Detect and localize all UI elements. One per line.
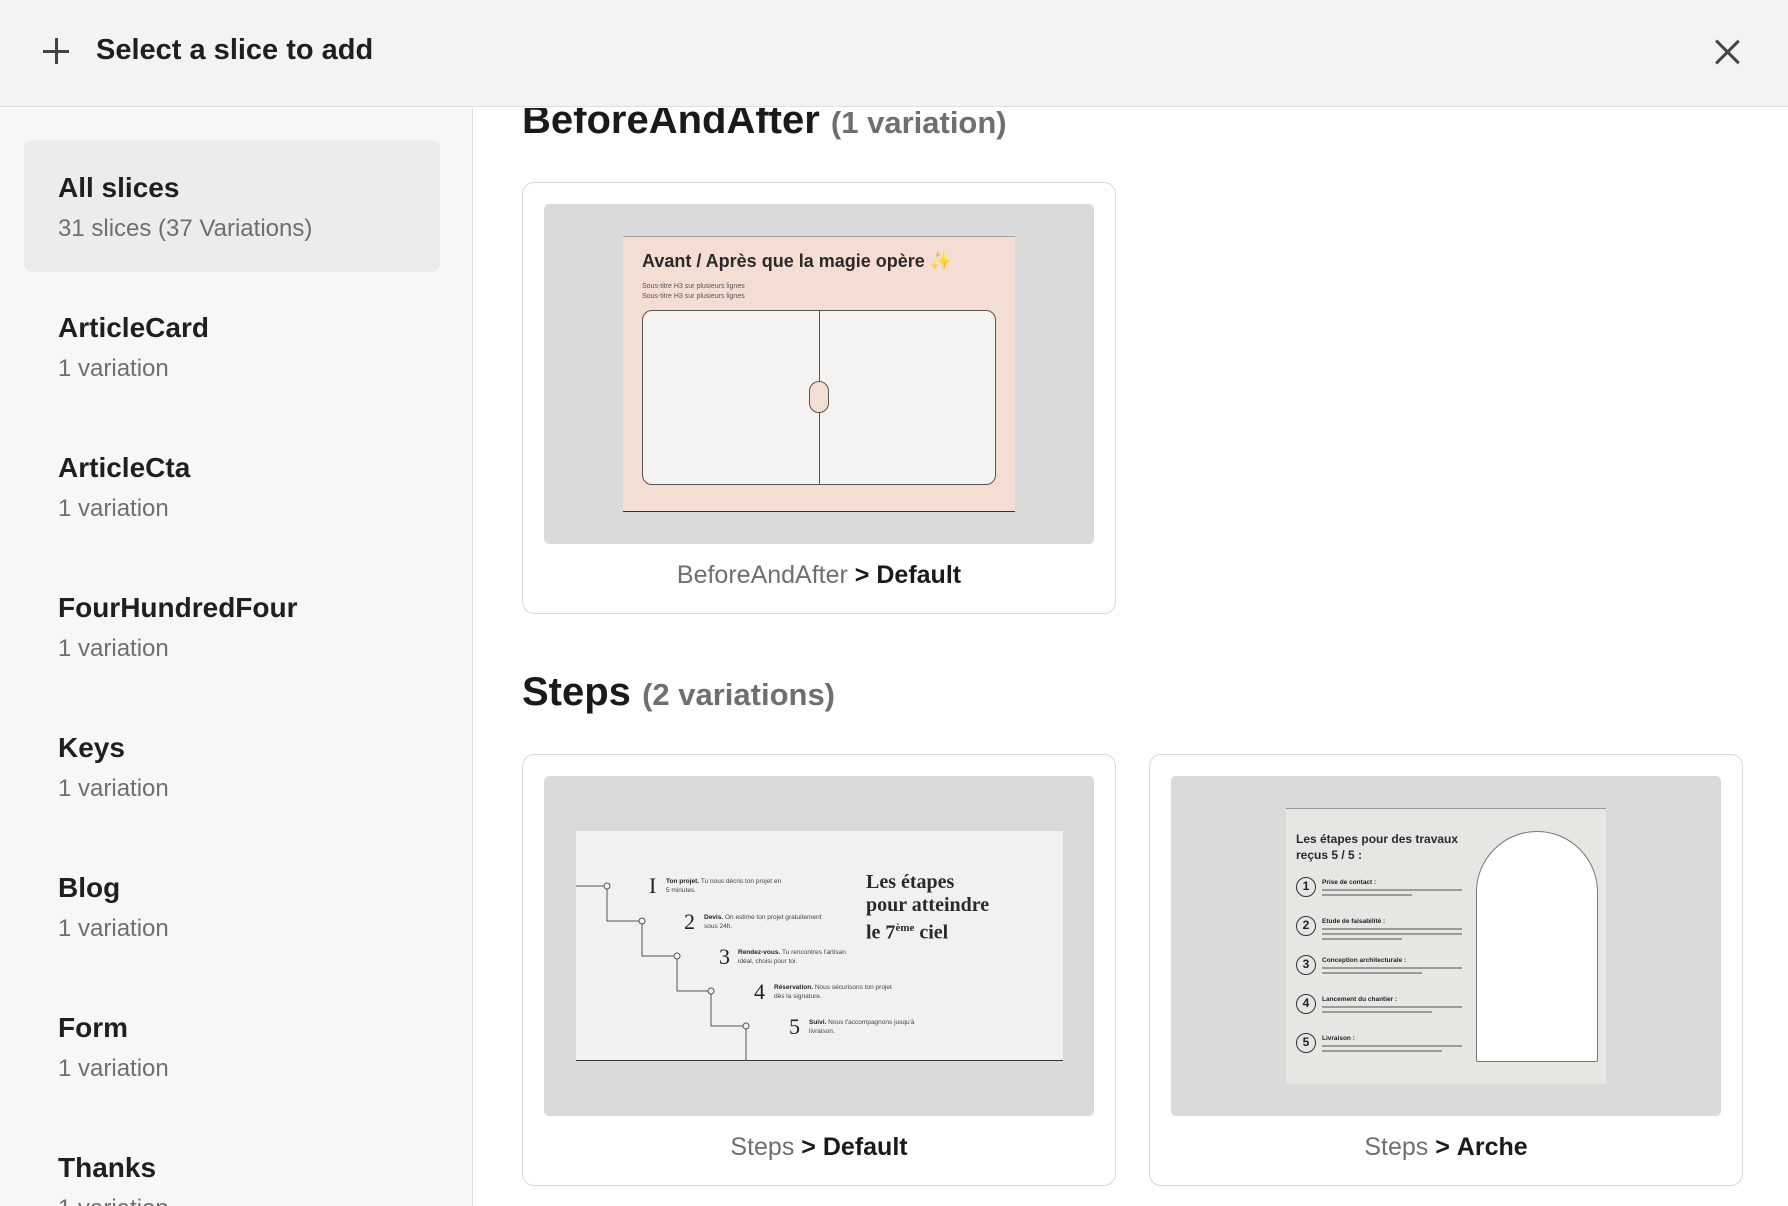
slice-card-steps-default[interactable]: I Ton projet. Tu nous décris ton projet … — [522, 754, 1116, 1186]
slice-list: BeforeAndAfter (1 variation) Avant / Apr… — [474, 108, 1788, 1206]
section-count: (1 variation) — [830, 108, 1007, 140]
sparkle-icon: ✨ — [929, 251, 953, 271]
step-text: Réservation. Nous sécurisons ton projet … — [774, 984, 892, 1000]
preview-subtitle: Sous-titre H3 sur plusieurs lignes — [642, 293, 745, 300]
sidebar-item-count: 1 variation — [58, 635, 169, 662]
sidebar-item-form[interactable]: Form 1 variation — [24, 980, 440, 1112]
section-count: (2 variations) — [642, 677, 836, 712]
step-number: I — [649, 873, 657, 898]
section-title: BeforeAndAfter (1 variation) — [522, 108, 1007, 143]
sidebar-item-label: All slices — [58, 172, 180, 203]
sidebar-item-count: 1 variation — [58, 915, 169, 942]
sidebar-item-count: 31 slices (37 Variations) — [58, 215, 313, 242]
slice-sidebar: All slices 31 slices (37 Variations) Art… — [0, 108, 473, 1206]
sidebar-item-count: 1 variation — [58, 355, 169, 382]
step-text: Ton projet. Tu nous décris ton projet en… — [666, 878, 782, 894]
sidebar-item-label: ArticleCard — [58, 312, 209, 343]
sidebar-item-label: Thanks — [58, 1152, 157, 1183]
step-text: Devis. On estime ton projet gratuitement… — [704, 914, 822, 930]
slice-card-steps-arche[interactable]: Les étapes pour des travaux reçus 5 / 5 … — [1149, 754, 1743, 1186]
steps-default-preview: I Ton projet. Tu nous décris ton projet … — [576, 831, 1063, 1061]
sidebar-item-label: ArticleCta — [58, 452, 191, 483]
slice-preview: Avant / Après que la magie opère ✨ Sous-… — [544, 204, 1094, 544]
section-title: Steps (2 variations) — [522, 670, 835, 715]
modal-title: Select a slice to add — [96, 34, 374, 66]
sidebar-item-all-slices[interactable]: All slices 31 slices (37 Variations) — [24, 140, 440, 272]
steps-arche-preview: Les étapes pour des travaux reçus 5 / 5 … — [1286, 808, 1606, 1084]
section-name: BeforeAndAfter — [522, 108, 820, 142]
card-caption: BeforeAndAfter > Default — [676, 561, 962, 589]
preview-subtitle: Sous-titre H3 sur plusieurs lignes — [642, 283, 745, 290]
before-after-preview: Avant / Après que la magie opère ✨ Sous-… — [623, 236, 1015, 512]
step-number: 4 — [754, 979, 765, 1004]
sidebar-item-thanks[interactable]: Thanks 1 variation — [24, 1120, 440, 1206]
step-text: Rendez-vous. Tu rencontres l'artisan idé… — [738, 949, 846, 965]
plus-icon — [41, 36, 71, 66]
preview-heading: Avant / Après que la magie opère ✨ — [642, 251, 953, 271]
sidebar-item-label: Blog — [58, 872, 121, 903]
preview-heading: Les étapes pour des travaux reçus 5 / 5 … — [1296, 832, 1459, 862]
step-number: 2 — [684, 909, 695, 934]
sidebar-item-keys[interactable]: Keys 1 variation — [24, 700, 440, 832]
step-number: 3 — [719, 944, 730, 969]
sidebar-item-label: FourHundredFour — [58, 592, 298, 623]
modal-header: Select a slice to add — [0, 0, 1788, 107]
section-name: Steps — [522, 670, 631, 714]
sidebar-item-count: 1 variation — [58, 1055, 169, 1082]
sidebar-item-count: 1 variation — [58, 775, 169, 802]
sidebar-item-articlecta[interactable]: ArticleCta 1 variation — [24, 420, 440, 552]
preview-heading: Les étapes pour atteindre le 7ème ciel — [866, 871, 990, 944]
slice-card-beforeandafter-default[interactable]: Avant / Après que la magie opère ✨ Sous-… — [522, 182, 1116, 614]
sidebar-item-articlecard[interactable]: ArticleCard 1 variation — [24, 280, 440, 412]
comparison-handle — [809, 381, 829, 413]
sidebar-item-blog[interactable]: Blog 1 variation — [24, 840, 440, 972]
sidebar-item-fourhundredfour[interactable]: FourHundredFour 1 variation — [24, 560, 440, 692]
card-caption: Steps > Arche — [1364, 1133, 1528, 1161]
card-caption: Steps > Default — [730, 1133, 908, 1161]
slice-preview: I Ton projet. Tu nous décris ton projet … — [544, 776, 1094, 1116]
step-number: 5 — [789, 1014, 800, 1039]
step-text: Suivi. Nous t'accompagnons jusqu'à livra… — [809, 1019, 915, 1035]
sidebar-item-count: 1 variation — [58, 495, 169, 522]
slice-preview: Les étapes pour des travaux reçus 5 / 5 … — [1171, 776, 1721, 1116]
comparison-frame — [642, 310, 996, 485]
sidebar-item-label: Keys — [58, 732, 125, 763]
arch-image-placeholder — [1476, 831, 1598, 1062]
close-icon[interactable] — [1710, 35, 1744, 69]
sidebar-item-label: Form — [58, 1012, 128, 1043]
sidebar-item-count: 1 variation — [58, 1195, 169, 1206]
